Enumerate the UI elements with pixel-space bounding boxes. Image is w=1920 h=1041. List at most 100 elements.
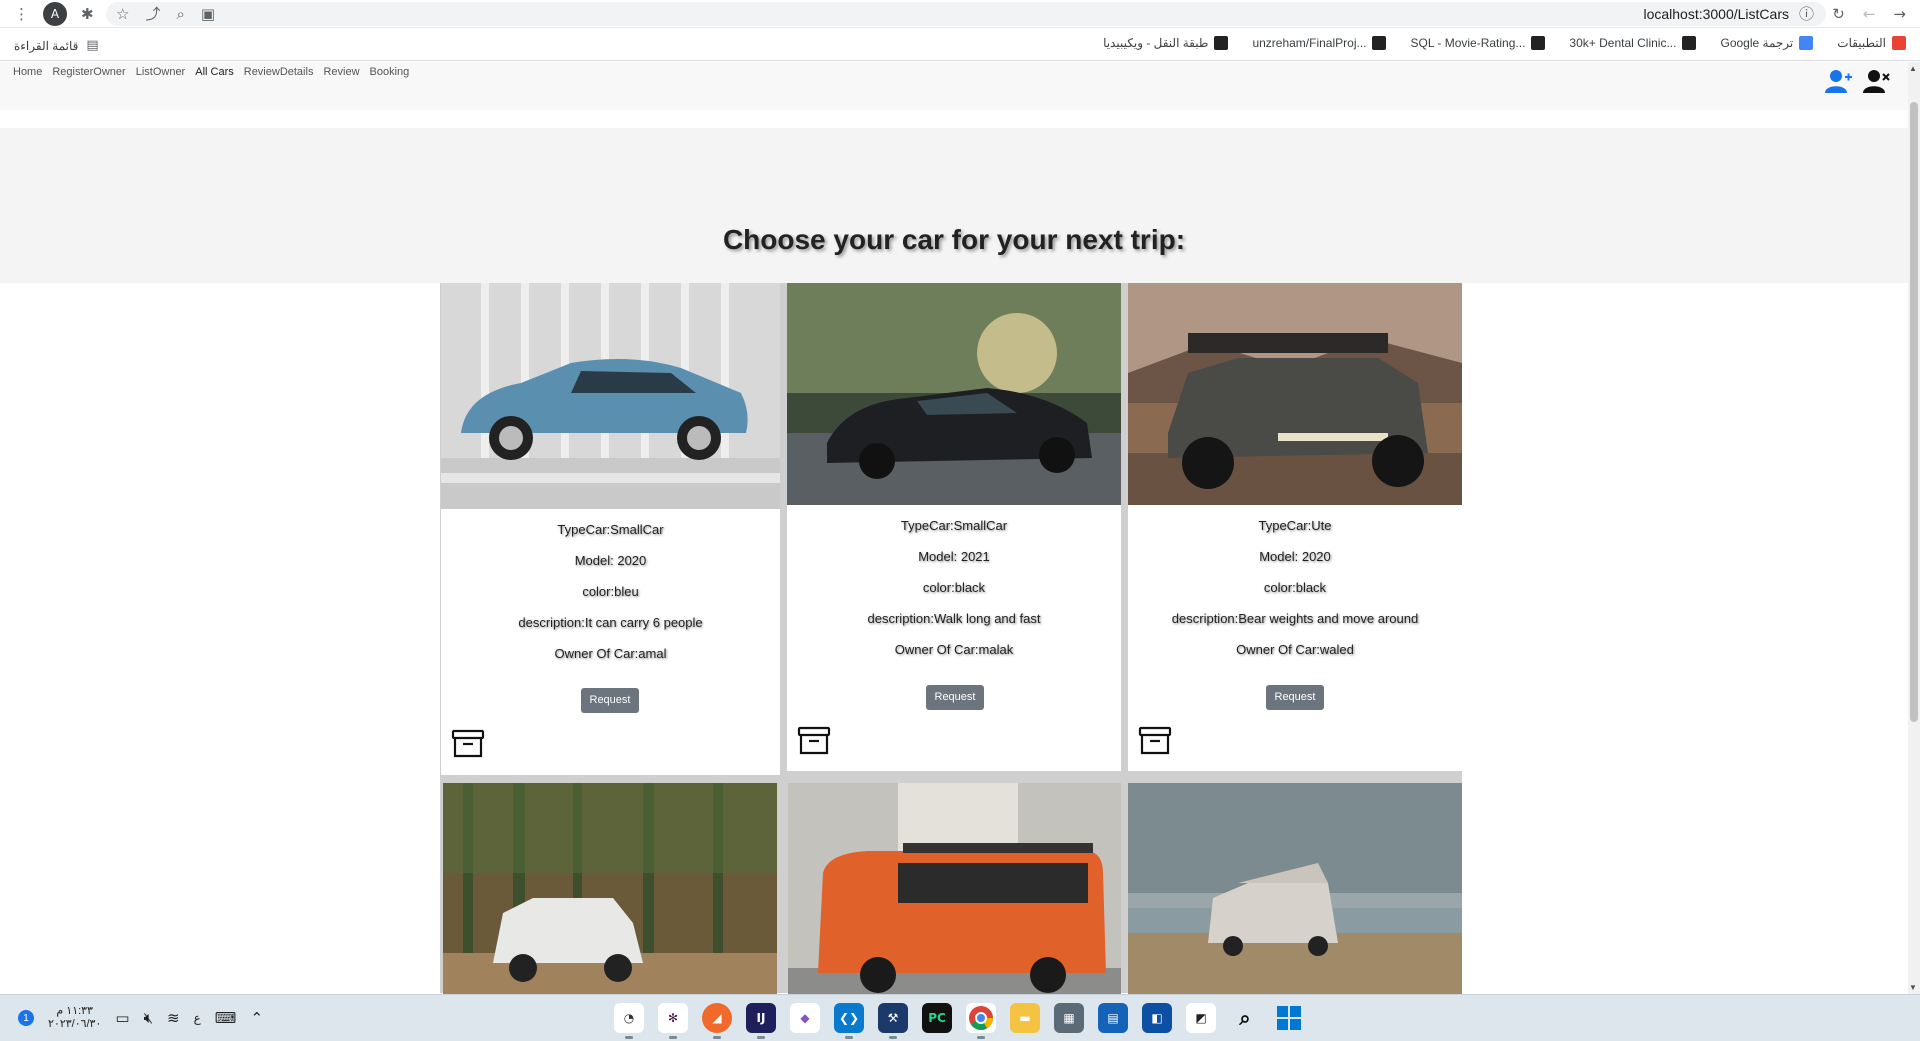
bookmark-star-icon[interactable]: ☆: [116, 4, 129, 24]
menu-kebab-icon[interactable]: ⋮: [14, 4, 29, 24]
extensions-icon[interactable]: ✱: [81, 4, 94, 24]
car-color: color:black: [1263, 580, 1327, 595]
github-icon: [1372, 36, 1387, 50]
car-photo-toyota-ute: [1128, 283, 1462, 505]
nav-link-listowner[interactable]: ListOwner: [136, 66, 186, 78]
cast-icon[interactable]: ▣: [201, 4, 215, 24]
reload-icon[interactable]: ↻: [1832, 4, 1845, 24]
wikipedia-icon: [1214, 36, 1229, 50]
bookmarks-bar: قائمة القراءة ▤ طبقة النقل - ويكيبيديا un…: [0, 28, 1920, 61]
chevron-up-icon[interactable]: ⌃: [250, 1008, 263, 1028]
pycharm-icon[interactable]: PC: [922, 1003, 952, 1033]
scroll-up-icon[interactable]: ▲: [1909, 64, 1917, 73]
bookmark-item[interactable]: طبقة النقل - ويكيبيديا: [1103, 36, 1229, 50]
car-description: description:Walk long and fast: [867, 611, 1041, 626]
github-icon: [1531, 36, 1546, 50]
hero-section: Choose your car for your next trip:: [0, 128, 1908, 283]
forward-icon[interactable]: ←: [1863, 4, 1876, 24]
bookmark-label: 30k+ Dental Clinic...: [1569, 36, 1677, 50]
volume-muted-icon[interactable]: 🔇︎: [144, 1008, 153, 1028]
bookmark-item[interactable]: التطبيقات: [1837, 36, 1906, 50]
nav-link-all-cars[interactable]: All Cars: [195, 66, 234, 78]
chrome-icon[interactable]: [966, 1003, 996, 1039]
reading-list-label: قائمة القراءة: [14, 39, 79, 53]
clock[interactable]: ١١:٣٣ م ٢٠٢٣/٠٦/٣٠: [48, 1005, 101, 1031]
store-icon[interactable]: ▤: [1098, 1003, 1128, 1033]
intellij-icon[interactable]: IJ: [746, 1003, 776, 1039]
url-text[interactable]: localhost:3000/ListCars: [1643, 6, 1789, 22]
bookmark-item[interactable]: Google ترجمة: [1720, 36, 1814, 50]
car-details: TypeCar:SmallCar Model: 2020 color:bleu …: [441, 514, 780, 669]
address-bar[interactable]: localhost:3000/ListCars ⓘ: [106, 2, 1826, 26]
nav-link-home[interactable]: Home: [13, 66, 42, 78]
car-card: [788, 783, 1121, 994]
request-button[interactable]: Request: [926, 685, 984, 710]
file-explorer-icon[interactable]: ▬: [1010, 1003, 1040, 1033]
windows-taskbar: 1 ١١:٣٣ م ٢٠٢٣/٠٦/٣٠ ▭ 🔇︎ ≋ ع ⌨ ⌃ ◔ ✻ ◢ …: [0, 994, 1920, 1041]
calculator-icon[interactable]: ▦: [1054, 1003, 1084, 1033]
search-icon[interactable]: ⌕: [1230, 1003, 1260, 1033]
car-photo-blue-suv: [441, 283, 780, 509]
app-navbar: Home RegisterOwner ListOwner All Cars Review…: [0, 62, 1908, 110]
request-button[interactable]: Request: [1266, 685, 1324, 710]
car-card: TypeCar:Ute Model: 2020 color:black desc…: [1128, 283, 1462, 771]
site-info-icon[interactable]: ⓘ: [1799, 4, 1814, 24]
remove-user-icon[interactable]: [1862, 68, 1890, 94]
bookmark-label: التطبيقات: [1837, 36, 1886, 50]
add-user-icon[interactable]: [1824, 68, 1852, 94]
zoom-icon[interactable]: ⌕: [176, 4, 184, 24]
profile-avatar[interactable]: A: [43, 1, 67, 26]
notification-badge-icon[interactable]: 1: [18, 1010, 34, 1026]
car-owner: Owner Of Car:malak: [894, 642, 1014, 657]
apps-grid-icon: [1892, 36, 1906, 50]
input-language[interactable]: ع: [194, 1011, 201, 1025]
nav-link-review[interactable]: Review: [323, 66, 359, 78]
postman-icon[interactable]: ◢: [702, 1003, 732, 1039]
google-translate-icon: [1799, 36, 1814, 50]
system-tray: 1 ١١:٣٣ م ٢٠٢٣/٠٦/٣٠ ▭ 🔇︎ ≋ ع ⌨ ⌃: [18, 1005, 263, 1031]
bookmark-item[interactable]: SQL - Movie-Rating...: [1410, 36, 1546, 50]
page-title: Choose your car for your next trip:: [722, 224, 1186, 255]
car-photo-white-landcruiser: [443, 783, 777, 994]
archive-icon[interactable]: [797, 726, 831, 756]
car-photo-orange-van: [788, 783, 1121, 994]
taskbar-apps: ◔ ✻ ◢ IJ ◆ ❮❯ ⚒ PC ▬ ▦ ▤ ◧ ◩ ⌕: [614, 1003, 1304, 1039]
bookmark-label: Google ترجمة: [1720, 36, 1794, 50]
share-icon[interactable]: ⤴: [145, 4, 160, 24]
request-button[interactable]: Request: [581, 688, 639, 713]
archive-icon[interactable]: [1138, 726, 1172, 756]
ssms-icon[interactable]: ⚒: [878, 1003, 908, 1039]
browser-toolbar: ⋮ A ✱ localhost:3000/ListCars ⓘ ☆ ⤴ ⌕ ▣ …: [0, 0, 1920, 28]
car-type: TypeCar:SmallCar: [557, 522, 664, 537]
clock-date: ٢٠٢٣/٠٦/٣٠: [48, 1018, 102, 1030]
scrollbar-thumb[interactable]: [1910, 102, 1918, 722]
car-type: TypeCar:Ute: [1258, 518, 1332, 533]
back-icon[interactable]: →: [1893, 4, 1906, 24]
car-card: [443, 783, 777, 994]
clock-time: ١١:٣٣ م: [56, 1005, 93, 1017]
car-description: description:It can carry 6 people: [518, 615, 703, 630]
widgets-icon[interactable]: ◧: [1142, 1003, 1172, 1033]
car-card: TypeCar:SmallCar Model: 2021 color:black…: [787, 283, 1121, 771]
wifi-icon[interactable]: ≋: [167, 1008, 180, 1028]
reading-list[interactable]: قائمة القراءة ▤: [14, 36, 99, 56]
car-description: description:Bear weights and move around: [1171, 611, 1419, 626]
scroll-down-icon[interactable]: ▼: [1909, 983, 1917, 992]
archive-icon[interactable]: [451, 729, 485, 759]
nav-link-booking[interactable]: Booking: [370, 66, 410, 78]
nav-link-reviewdetails[interactable]: ReviewDetails: [244, 66, 314, 78]
keyboard-icon[interactable]: ⌨: [215, 1008, 237, 1028]
vscode-icon[interactable]: ❮❯: [834, 1003, 864, 1039]
page-scrollbar[interactable]: ▲ ▼: [1908, 62, 1920, 994]
nav-link-registerowner[interactable]: RegisterOwner: [52, 66, 125, 78]
bookmark-item[interactable]: unzreham/FinalProj...: [1252, 36, 1387, 50]
bookmark-item[interactable]: 30k+ Dental Clinic...: [1569, 36, 1697, 50]
bookmark-label: SQL - Movie-Rating...: [1410, 36, 1526, 50]
car-photo-camper-van: [1128, 783, 1462, 994]
start-icon[interactable]: [1274, 1003, 1304, 1033]
battery-icon[interactable]: ▭: [115, 1008, 129, 1028]
task-view-icon[interactable]: ◩: [1186, 1003, 1216, 1033]
taskbar-app-icon[interactable]: ◔: [614, 1003, 644, 1039]
slack-icon[interactable]: ✻: [658, 1003, 688, 1039]
diamond-app-icon[interactable]: ◆: [790, 1003, 820, 1033]
